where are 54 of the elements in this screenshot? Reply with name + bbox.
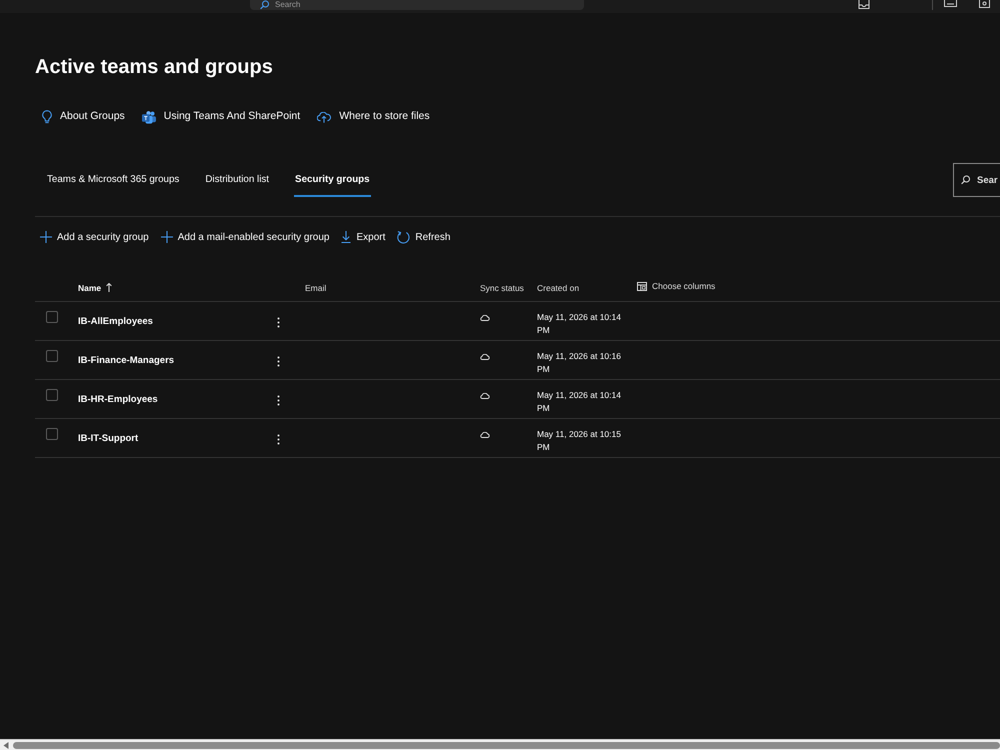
created-date: May 11, 2026 at 10:15 PM [537, 428, 622, 453]
search-field[interactable]: Search [250, 0, 584, 10]
created-date: May 11, 2026 at 10:14 PM [537, 311, 622, 336]
more-options-button[interactable] [275, 434, 282, 445]
vertical-dots-icon [277, 434, 280, 445]
page-icon[interactable] [979, 0, 990, 8]
column-header[interactable]: Name [78, 282, 112, 294]
group-name[interactable]: IB-Finance-Managers [78, 354, 174, 368]
tab[interactable]: Teams & Microsoft 365 groups [46, 163, 180, 197]
help-link[interactable]: Where to store files [317, 109, 430, 125]
column-grid-icon [637, 282, 647, 290]
group-name[interactable]: IB-AllEmployees [78, 315, 153, 330]
help-link[interactable]: About Groups [42, 109, 125, 125]
created-date: May 11, 2026 at 10:16 PM [537, 350, 622, 375]
vertical-dots-icon [277, 356, 280, 367]
people-tile-icon [142, 110, 156, 124]
scroll-left-arrow-icon[interactable] [3, 742, 9, 748]
choose-columns-button[interactable]: Choose columns [637, 280, 716, 292]
lightbulb-icon [42, 110, 52, 124]
refresh-button[interactable]: Refresh [397, 230, 450, 244]
add-button[interactable]: Add a mail-enabled security group [160, 230, 330, 244]
horizontal-scrollbar[interactable] [0, 739, 1000, 750]
column-header[interactable]: Created on [537, 282, 580, 294]
vertical-dots-icon [277, 394, 280, 406]
group-name[interactable]: IB-HR-Employees [78, 393, 158, 408]
cloud-upload-icon [317, 112, 332, 122]
row-checkbox[interactable] [46, 311, 58, 323]
add-button[interactable]: Add a security group [40, 230, 149, 244]
more-options-button[interactable] [275, 316, 282, 328]
tab[interactable]: Distribution list [204, 163, 270, 197]
plus-icon [160, 231, 173, 243]
more-options-button[interactable] [275, 394, 282, 406]
group-name[interactable]: IB-IT-Support [78, 432, 138, 446]
row-checkbox[interactable] [46, 389, 58, 401]
column-header[interactable]: Sync status [480, 282, 524, 294]
tray-icon[interactable] [858, 0, 870, 9]
vertical-dots-icon [277, 316, 280, 328]
search-icon [961, 176, 970, 184]
row-checkbox[interactable] [46, 428, 58, 440]
row-checkbox[interactable] [46, 350, 58, 362]
column-header[interactable]: Email [305, 282, 326, 294]
export-button[interactable]: Export [341, 230, 386, 244]
search-icon [260, 0, 269, 10]
window-icon[interactable] [944, 0, 957, 7]
plus-icon [40, 231, 52, 243]
refresh-icon [397, 230, 410, 244]
more-options-button[interactable] [275, 356, 282, 367]
download-icon [341, 231, 352, 243]
scrollbar-thumb[interactable] [13, 742, 1000, 748]
page-title: Active teams and groups [35, 55, 274, 80]
help-link[interactable]: Using Teams And SharePoint [142, 109, 300, 125]
created-date: May 11, 2026 at 10:14 PM [537, 389, 622, 414]
tab[interactable]: Security groups [294, 163, 371, 197]
search-field[interactable]: Sear [953, 163, 1000, 197]
